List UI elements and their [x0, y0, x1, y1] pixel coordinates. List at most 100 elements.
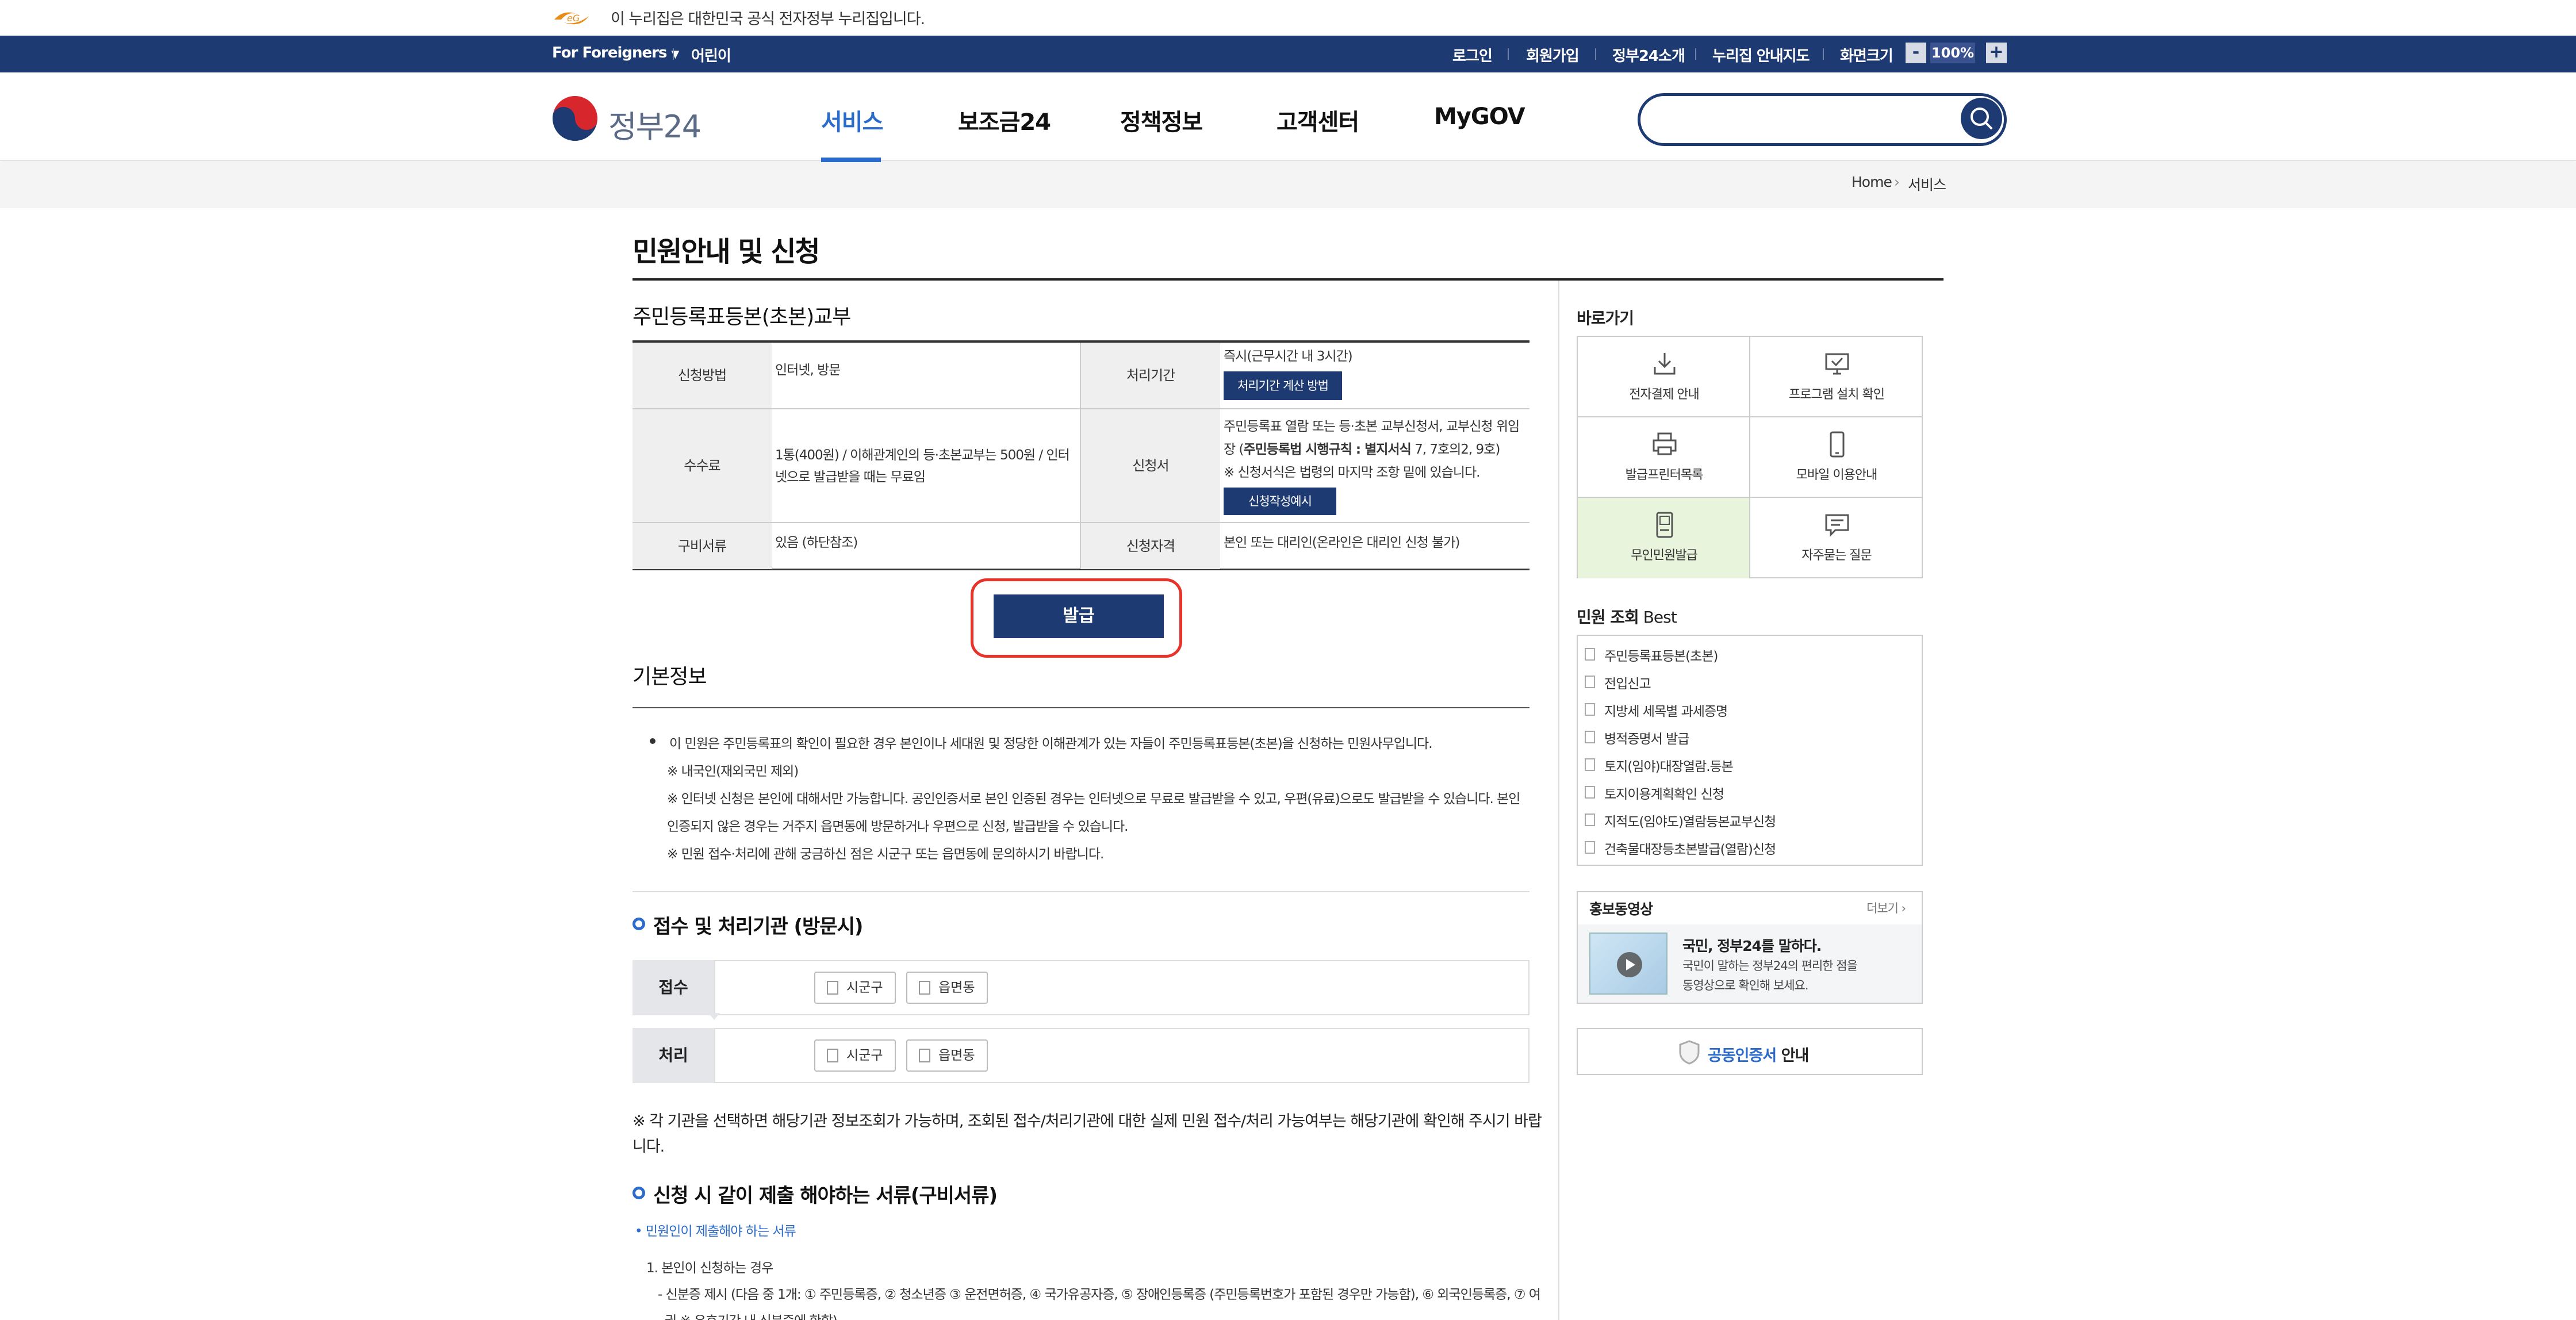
- org-note-line-2: 니다.: [632, 1138, 665, 1156]
- best-item[interactable]: 주민등록표등본(초본): [1604, 645, 1718, 665]
- receive-eupmyeondong-chip[interactable]: 읍면동: [906, 972, 988, 1004]
- section-dot-icon: [632, 1187, 645, 1199]
- service-info-table: 신청방법 인터넷, 방문 처리기간 즉시(근무시간 내 3시간) 처리기간 계산…: [632, 340, 1529, 570]
- col-divider: [1080, 343, 1081, 569]
- period-calc-button[interactable]: 처리기간 계산 방법: [1224, 371, 1342, 400]
- nav-active-indicator: [821, 158, 881, 162]
- quick-links-grid: 전자결제 안내 프로그램 설치 확인 발급프린터목록 모바일 이용안내 무인민원…: [1577, 336, 1923, 578]
- divider: [1508, 48, 1509, 60]
- document-icon: [1585, 676, 1595, 688]
- docs-item-1-detail-2: 권 ※ 유효기간 내 신분증에 한함): [665, 1310, 838, 1320]
- quick-e-payment[interactable]: 전자결제 안내: [1578, 337, 1750, 417]
- nav-services[interactable]: 서비스: [821, 103, 883, 137]
- play-icon: [1617, 952, 1642, 977]
- best-item[interactable]: 건축물대장등초본발급(열람)신청: [1604, 838, 1776, 858]
- qualification-value: 본인 또는 대리인(온라인은 대리인 신청 불가): [1224, 535, 1460, 550]
- site-name[interactable]: 정부24: [608, 101, 702, 147]
- search-input[interactable]: [1638, 93, 2007, 146]
- qualification-label: 신청자격: [1081, 523, 1220, 569]
- promo-line-2: 동영상으로 확인해 보세요.: [1682, 979, 1809, 992]
- method-value: 인터넷, 방문: [775, 363, 841, 378]
- breadcrumb-home[interactable]: Home: [1851, 174, 1892, 190]
- docs-section-title: 신청 시 같이 제출 해야하는 서류(구비서류): [653, 1184, 998, 1207]
- basic-info-paragraph-1: 이 민원은 주민등록표의 확인이 필요한 경우 본인이나 세대원 및 정당한 이…: [669, 736, 1433, 751]
- quick-mobile-guide[interactable]: 모바일 이용안내: [1750, 417, 1923, 498]
- form-line-3: ※ 신청서식은 법령의 마지막 조항 밑에 있습니다.: [1224, 465, 1480, 480]
- monitor-check-icon: [1825, 353, 1849, 375]
- service-title: 주민등록표등본(초본)교부: [632, 305, 851, 329]
- receive-label: 접수: [632, 960, 714, 1015]
- best-title: 민원 조회 Best: [1577, 608, 1677, 627]
- form-example-button[interactable]: 신청작성예시: [1224, 488, 1336, 515]
- section-dot-icon: [632, 918, 645, 930]
- gov-banner: eG 이 누리집은 대한민국 공식 전자정부 누리집입니다.: [0, 0, 2576, 36]
- about-link[interactable]: 정부24소개: [1612, 44, 1685, 66]
- title-divider: [632, 278, 1943, 281]
- document-icon: [1585, 731, 1595, 743]
- building-icon: [827, 981, 838, 995]
- quick-program-check[interactable]: 프로그램 설치 확인: [1750, 337, 1923, 417]
- nav-customer-center[interactable]: 고객센터: [1276, 103, 1359, 137]
- nav-mygov[interactable]: MyGOV: [1434, 103, 1525, 130]
- shield-icon: [1679, 1040, 1700, 1065]
- best-item[interactable]: 토지이용계획확인 신청: [1604, 783, 1724, 803]
- basic-info-paragraph-2: ※ 내국인(재외국민 제외): [667, 764, 799, 779]
- nav-subsidy24[interactable]: 보조금24: [958, 103, 1051, 137]
- search-button[interactable]: [1961, 98, 2002, 139]
- document-icon: [1585, 814, 1595, 826]
- arrow-down-icon: [708, 1013, 720, 1020]
- best-item[interactable]: 토지(임야)대장열람.등본: [1604, 755, 1734, 775]
- basic-info-paragraph-4: 인증되지 않은 경우는 거주지 읍면동에 방문하거나 우편으로 신청, 발급받을…: [667, 819, 1128, 834]
- divider: [1823, 48, 1824, 60]
- form-line-2: 장 (주민등록법 시행규칙 : 별지서식 7, 7호의2, 9호): [1224, 442, 1500, 457]
- period-value: 즉시(근무시간 내 3시간): [1224, 349, 1353, 364]
- period-label: 처리기간: [1081, 343, 1220, 408]
- mobile-phone-icon: [1830, 431, 1845, 458]
- fee-line-1: 1통(400원) / 이해관계인의 등·초본교부는 500원 / 인터: [775, 448, 1070, 463]
- process-sigungu-chip[interactable]: 시군구: [814, 1039, 896, 1072]
- gov-banner-text: 이 누리집은 대한민국 공식 전자정부 누리집입니다.: [611, 10, 925, 28]
- login-link[interactable]: 로그인: [1452, 44, 1493, 66]
- breadcrumb-current[interactable]: 서비스: [1908, 174, 1946, 194]
- form-law-link[interactable]: 주민등록법 시행규칙 : 별지서식: [1243, 442, 1411, 457]
- quick-kiosk-issue[interactable]: 무인민원발급: [1578, 498, 1750, 578]
- best-item[interactable]: 전입신고: [1604, 673, 1651, 692]
- egov-logo-icon: eG: [554, 12, 589, 25]
- building-icon: [827, 1049, 838, 1062]
- guide-map-link[interactable]: 누리집 안내지도: [1712, 44, 1810, 66]
- best-item[interactable]: 병적증명서 발급: [1604, 728, 1689, 747]
- zoom-in-button[interactable]: +: [1986, 43, 2007, 63]
- kids-link[interactable]: 어린이: [691, 44, 731, 66]
- best-item[interactable]: 지적도(임야도)열람등본교부신청: [1604, 811, 1776, 830]
- zoom-out-button[interactable]: -: [1906, 43, 1926, 63]
- document-icon: [1585, 758, 1595, 771]
- download-icon: [1654, 353, 1676, 375]
- docs-item-1-detail: - 신분증 제시 (다음 중 1개: ① 주민등록증, ② 청소년증 ③ 운전면…: [658, 1287, 1541, 1302]
- promo-video-thumbnail[interactable]: [1589, 933, 1667, 995]
- quick-faq[interactable]: 자주묻는 질문: [1750, 498, 1923, 578]
- docs-value: 있음 (하단참조): [775, 535, 858, 550]
- promo-more-link[interactable]: 더보기 ›: [1866, 899, 1906, 916]
- fee-line-2: 넷으로 발급받을 때는 무료임: [775, 470, 926, 485]
- issue-button[interactable]: 발급: [994, 594, 1164, 638]
- best-item[interactable]: 지방세 세목별 과세증명: [1604, 700, 1728, 720]
- certificate-guide-label: 공동인증서 안내: [1708, 1047, 1809, 1065]
- receive-sigungu-chip[interactable]: 시군구: [814, 972, 896, 1004]
- docs-label: 구비서류: [632, 523, 772, 569]
- document-icon: [1585, 786, 1595, 799]
- document-icon: [1585, 703, 1595, 716]
- method-label: 신청방법: [632, 343, 772, 408]
- svg-text:eG: eG: [567, 13, 580, 24]
- nav-policy-info[interactable]: 정책정보: [1120, 103, 1203, 137]
- process-eupmyeondong-chip[interactable]: 읍면동: [906, 1039, 988, 1072]
- best-list: [1577, 635, 1923, 866]
- building-icon: [919, 981, 930, 995]
- org-note-line-1: ※ 각 기관을 선택하면 해당기관 정보조회가 가능하며, 조회된 접수/처리기…: [632, 1112, 1542, 1130]
- chat-bubble-icon: [1825, 514, 1849, 537]
- join-link[interactable]: 회원가입: [1526, 44, 1580, 66]
- quick-printer-list[interactable]: 발급프린터목록: [1578, 417, 1750, 498]
- for-foreigners-link[interactable]: For Foreigners ▼: [552, 44, 679, 62]
- taegeuk-logo-icon[interactable]: [551, 94, 599, 143]
- docs-item-1: 1. 본인이 신청하는 경우: [646, 1261, 773, 1276]
- bullet-icon: [650, 738, 656, 744]
